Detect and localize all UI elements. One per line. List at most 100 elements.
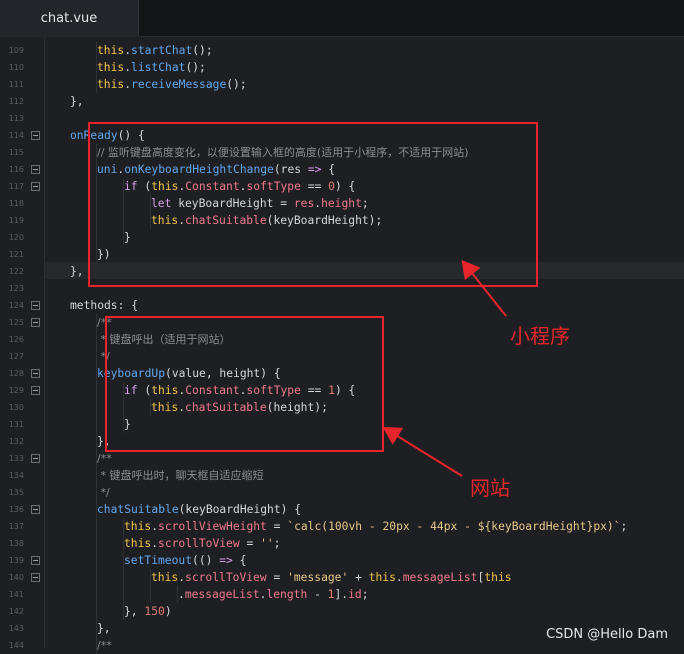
code-line[interactable]: 111 this.receiveMessage(); [0,76,684,93]
code-line[interactable]: 122}, [0,263,684,280]
line-number: 137 [8,522,24,531]
indent-guide [96,399,97,416]
code-line[interactable]: 117 if (this.Constant.softType == 0) { [0,178,684,195]
code-text: this.scrollToView = 'message' + this.mes… [151,569,512,586]
indent-guide [96,382,97,399]
indent-guide [123,586,124,603]
code-line[interactable]: 135 */ [0,484,684,501]
code-token: onReady [70,129,118,142]
line-number: 109 [8,46,24,55]
code-line[interactable]: 121}) [0,246,684,263]
code-line[interactable]: 142}, 150) [0,603,684,620]
code-line[interactable]: 136 chatSuitable(keyBoardHeight) { [0,501,684,518]
code-text: /** [97,450,112,467]
code-line[interactable]: 119 this.chatSuitable(keyBoardHeight); [0,212,684,229]
code-token: this [151,384,179,397]
code-line[interactable]: 126 * 键盘呼出（适用于网站） [0,331,684,348]
line-number: 144 [8,641,24,650]
tab-divider [138,0,139,36]
line-number: 130 [8,403,24,412]
fold-toggle-icon[interactable] [31,454,40,463]
code-line[interactable]: 133 /** [0,450,684,467]
code-token: (value, height) { [165,367,281,380]
code-line[interactable]: 139 setTimeout(() => { [0,552,684,569]
indent-guide [123,569,124,586]
code-text: onReady() { [70,127,145,144]
code-token: * 键盘呼出时，聊天框自适应缩短 [97,469,264,482]
code-line[interactable]: 116 uni.onKeyboardHeightChange(res => { [0,161,684,178]
line-number: 133 [8,454,24,463]
code-token: { [321,163,336,176]
fold-toggle-icon[interactable] [31,165,40,174]
fold-toggle-icon[interactable] [31,556,40,565]
code-token: length [266,588,308,601]
fold-toggle-icon[interactable] [31,369,40,378]
fold-toggle-icon[interactable] [31,505,40,514]
code-token: (res [273,163,308,176]
code-line[interactable]: 109 this.startChat(); [0,42,684,59]
fold-toggle-icon[interactable] [31,573,40,582]
code-line[interactable]: 137 this.scrollViewHeight = `calc(100vh -… [0,518,684,535]
code-token: (); [192,44,213,57]
code-token: { [232,554,247,567]
code-text: * 键盘呼出（适用于网站） [97,331,230,348]
code-line[interactable]: 115 // 监听键盘高度变化，以便设置输入框的高度(适用于小程序，不适用于网站) [0,144,684,161]
code-line[interactable]: 127 */ [0,348,684,365]
indent-guide [123,195,124,212]
indent-guide [96,552,97,569]
line-number: 112 [8,97,24,106]
code-line[interactable]: 113 [0,110,684,127]
code-text: }, 150) [124,603,172,620]
fold-toggle-icon[interactable] [31,301,40,310]
code-editor[interactable]: 109 this.startChat(); 110 this.listChat(); 1… [0,37,684,654]
fold-toggle-icon[interactable] [31,182,40,191]
code-token: chatSuitable [97,503,179,516]
code-line[interactable]: 128 keyboardUp(value, height) { [0,365,684,382]
code-token: /** [97,639,112,652]
indent-guide [96,178,97,195]
code-token: 'message' [287,571,349,584]
code-line[interactable]: 138 this.scrollToView = ''; [0,535,684,552]
code-text: * 键盘呼出时，聊天框自适应缩短 [97,467,264,484]
code-token: scrollViewHeight [158,520,267,533]
code-token: + [348,571,369,584]
code-line[interactable]: 132}, [0,433,684,450]
line-number: 115 [8,148,24,157]
code-token: keyBoardHeight = [171,197,294,210]
code-token: . [395,571,403,584]
code-line[interactable]: 125 /** [0,314,684,331]
code-token: } [124,418,131,431]
code-text: this.receiveMessage(); [97,76,247,93]
tab-chat-vue[interactable]: chat.vue [0,0,139,37]
code-text: if (this.Constant.softType == 1) { [124,382,355,399]
code-token: this [151,401,179,414]
code-line[interactable]: 118 let keyBoardHeight = res.height; [0,195,684,212]
code-token: ; [361,197,369,210]
code-token: this [97,78,125,91]
code-line[interactable]: 120} [0,229,684,246]
code-line[interactable]: 134 * 键盘呼出时，聊天框自适应缩短 [0,467,684,484]
code-line[interactable]: 112}, [0,93,684,110]
line-number: 118 [8,199,24,208]
indent-guide [96,416,97,433]
code-line[interactable]: 129 if (this.Constant.softType == 1) { [0,382,684,399]
code-line[interactable]: 123 [0,280,684,297]
code-line[interactable]: 130 this.chatSuitable(height); [0,399,684,416]
line-number: 136 [8,505,24,514]
code-line[interactable]: 110 this.listChat(); [0,59,684,76]
indent-guide [96,212,97,229]
code-token: 1 [328,384,335,397]
fold-toggle-icon[interactable] [31,131,40,140]
tab-bar: chat.vue [0,0,684,37]
code-token: ]. [334,588,349,601]
code-token: ; [361,588,369,601]
fold-toggle-icon[interactable] [31,318,40,327]
code-line[interactable]: 131} [0,416,684,433]
fold-toggle-icon[interactable] [31,386,40,395]
code-line[interactable]: 140 this.scrollToView = 'message' + this.… [0,569,684,586]
code-token: (); [185,61,206,74]
code-line[interactable]: 141 .messageList.length - 1].id; [0,586,684,603]
code-token: keyboardUp [97,367,166,380]
code-line[interactable]: 114 onReady() { [0,127,684,144]
code-line[interactable]: 124 methods: { [0,297,684,314]
